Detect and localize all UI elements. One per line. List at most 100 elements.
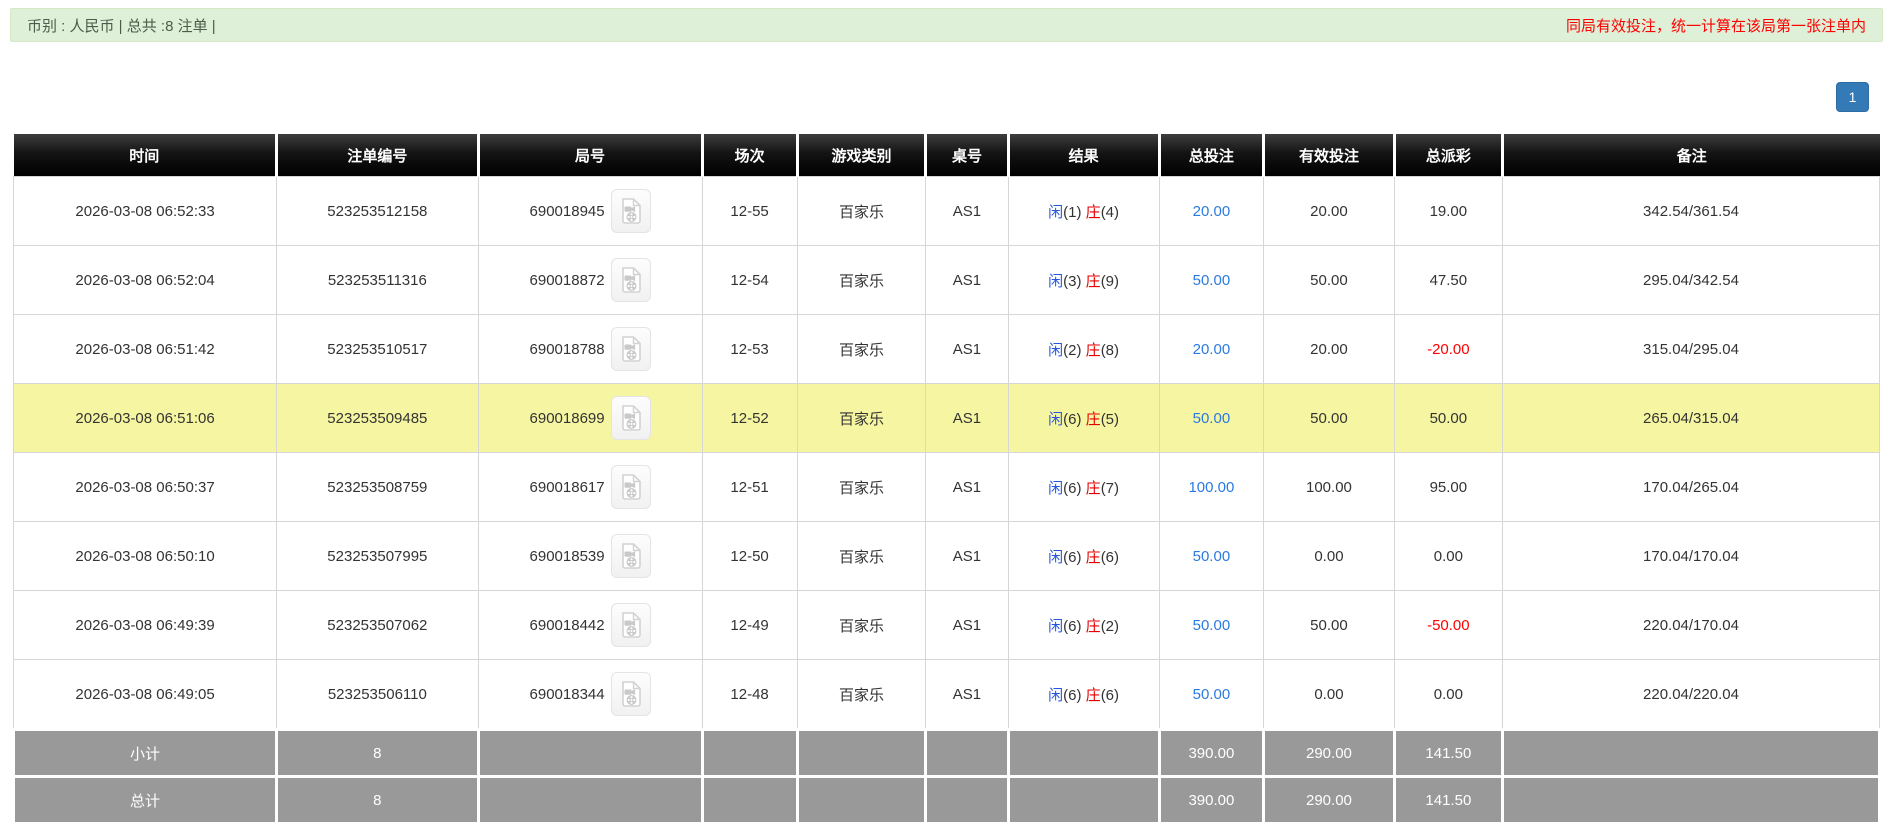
remark-cell: 170.04/170.04	[1501, 521, 1881, 591]
round-cell: 690018699	[477, 383, 703, 453]
round-number: 690018699	[529, 409, 605, 427]
valid-bet-cell: 0.00	[1263, 659, 1395, 730]
time-cell: 2026-03-08 06:52:04	[12, 245, 278, 315]
valid-bet-cell: 20.00	[1263, 314, 1395, 384]
film-file-icon	[619, 680, 643, 708]
film-file-icon	[619, 473, 643, 501]
valid-bet-cell: 50.00	[1263, 590, 1395, 660]
player-result-label: 闲	[1048, 272, 1064, 290]
total-empty-table	[924, 775, 1010, 825]
banker-result-score: (6)	[1100, 686, 1120, 704]
total-bet-link[interactable]: 50.00	[1193, 548, 1231, 565]
bet-id-cell: 523253507995	[276, 521, 479, 591]
round-number: 690018442	[529, 616, 605, 634]
video-replay-button[interactable]	[610, 465, 651, 509]
time-cell: 2026-03-08 06:49:39	[12, 590, 278, 660]
video-replay-button[interactable]	[610, 327, 651, 371]
total-bet-cell: 20.00	[1158, 176, 1265, 246]
total-bet-link[interactable]: 50.00	[1193, 410, 1231, 427]
payout-value: 50.00	[1429, 409, 1468, 427]
round-cell: 690018617	[477, 452, 703, 522]
total-empty-result	[1006, 775, 1161, 825]
banker-result-label: 庄	[1085, 410, 1101, 428]
round-number: 690018539	[529, 547, 605, 565]
bet-id-cell: 523253508759	[276, 452, 479, 522]
video-replay-button[interactable]	[610, 603, 651, 647]
valid-bet-cell: 50.00	[1263, 383, 1395, 453]
table-row: 2026-03-08 06:51:06 523253509485 6900186…	[12, 383, 1881, 453]
payout-value: 47.50	[1429, 271, 1468, 289]
result-cell: 闲(3) 庄(9)	[1007, 245, 1160, 315]
currency-summary-text: 币别 : 人民币 | 总共 :8 注单 |	[27, 17, 216, 35]
film-file-icon	[619, 266, 643, 294]
table-no-cell: AS1	[925, 383, 1009, 453]
total-bet-cell: 50.00	[1158, 245, 1265, 315]
time-cell: 2026-03-08 06:49:05	[12, 659, 278, 730]
banker-result-label: 庄	[1085, 686, 1101, 704]
round-cell: 690018788	[477, 314, 703, 384]
player-result-label: 闲	[1048, 617, 1064, 635]
header-row: 时间 注单编号 局号 场次 游戏类别 桌号 结果 总投注 有效投注 总派彩 备注	[13, 134, 1880, 177]
video-replay-button[interactable]	[610, 534, 651, 578]
subtotal-empty-session	[700, 728, 799, 778]
round-number: 690018344	[529, 685, 605, 703]
banker-result-score: (9)	[1100, 272, 1120, 290]
total-bet-link[interactable]: 100.00	[1188, 479, 1234, 496]
banker-result-label: 庄	[1085, 203, 1101, 221]
col-valid-bet: 有效投注	[1262, 134, 1396, 177]
time-cell: 2026-03-08 06:50:10	[12, 521, 278, 591]
game-type-cell: 百家乐	[796, 452, 927, 522]
page-1-button[interactable]: 1	[1836, 82, 1869, 112]
result-cell: 闲(6) 庄(2)	[1007, 590, 1160, 660]
session-cell: 12-55	[701, 176, 798, 246]
session-cell: 12-53	[701, 314, 798, 384]
subtotal-empty-remark	[1500, 728, 1882, 778]
col-game-type: 游戏类别	[795, 134, 928, 177]
round-cell: 690018945	[477, 176, 703, 246]
remark-cell: 220.04/220.04	[1501, 659, 1881, 730]
col-table-no: 桌号	[924, 134, 1010, 177]
total-bet-link[interactable]: 50.00	[1193, 686, 1231, 703]
table-row: 2026-03-08 06:52:33 523253512158 6900189…	[12, 176, 1881, 246]
video-replay-button[interactable]	[610, 189, 651, 233]
session-cell: 12-48	[701, 659, 798, 730]
video-replay-button[interactable]	[610, 258, 651, 302]
total-bet-link[interactable]: 50.00	[1193, 272, 1231, 289]
same-round-notice-text: 同局有效投注，统一计算在该局第一张注单内	[1565, 17, 1866, 35]
payout-cell: 0.00	[1393, 659, 1503, 730]
film-file-icon	[619, 404, 643, 432]
round-number: 690018788	[529, 340, 605, 358]
total-bet-link[interactable]: 20.00	[1193, 341, 1231, 358]
bet-id-cell: 523253511316	[276, 245, 479, 315]
video-replay-button[interactable]	[610, 672, 651, 716]
table-no-cell: AS1	[925, 314, 1009, 384]
payout-cell: 0.00	[1393, 521, 1503, 591]
bet-id-cell: 523253506110	[276, 659, 479, 730]
payout-cell: 95.00	[1393, 452, 1503, 522]
banker-result-label: 庄	[1085, 548, 1101, 566]
table-no-cell: AS1	[925, 452, 1009, 522]
banker-result-score: (8)	[1100, 341, 1120, 359]
time-cell: 2026-03-08 06:51:06	[12, 383, 278, 453]
total-empty-round	[476, 775, 704, 825]
video-replay-button[interactable]	[610, 396, 651, 440]
subtotal-row: 小计 8 390.00 290.00 141.50	[11, 728, 1882, 778]
banker-result-label: 庄	[1085, 617, 1101, 635]
round-cell: 690018539	[477, 521, 703, 591]
subtotal-empty-round	[476, 728, 704, 778]
result-cell: 闲(6) 庄(6)	[1007, 521, 1160, 591]
banker-result-label: 庄	[1085, 341, 1101, 359]
total-bet-link[interactable]: 20.00	[1193, 203, 1231, 220]
total-bet-cell: 50.00	[1158, 521, 1265, 591]
bet-id-cell: 523253510517	[276, 314, 479, 384]
subtotal-empty-table	[924, 728, 1010, 778]
payout-value: 0.00	[1433, 547, 1463, 565]
total-bet-link[interactable]: 50.00	[1193, 617, 1231, 634]
game-type-cell: 百家乐	[796, 521, 927, 591]
film-file-icon	[619, 335, 643, 363]
player-result-label: 闲	[1048, 410, 1064, 428]
table-row: 2026-03-08 06:49:39 523253507062 6900184…	[12, 590, 1881, 660]
session-cell: 12-52	[701, 383, 798, 453]
col-remark: 备注	[1500, 134, 1880, 177]
table-no-cell: AS1	[925, 245, 1009, 315]
